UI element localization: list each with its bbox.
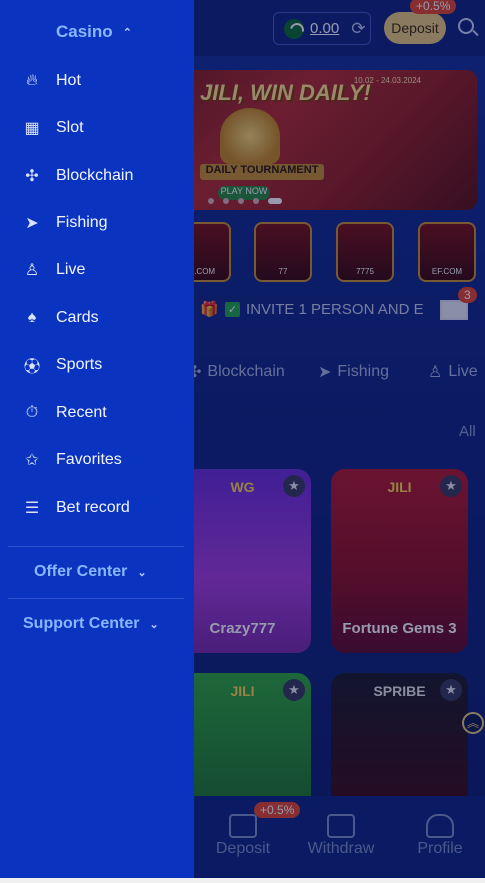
blockchain-icon: ✣	[25, 168, 39, 185]
divider	[8, 546, 184, 547]
support-center-label: Support Center	[23, 615, 140, 632]
fire-icon: 🔥︎	[26, 72, 38, 89]
menu-item-label: Bet record	[56, 499, 130, 516]
support-center-section[interactable]: Support Center ⌄	[23, 615, 159, 633]
chevron-down-icon: ⌄	[137, 566, 147, 579]
menu-item-live[interactable]: ♙ Live	[22, 254, 192, 286]
menu-item-label: Fishing	[56, 214, 108, 231]
menu-item-favorites[interactable]: ✩ Favorites	[22, 444, 192, 476]
cards-icon: ♠	[27, 309, 37, 326]
casino-section-title: Casino	[56, 22, 113, 41]
fish-icon: ➤	[25, 215, 39, 232]
app: 0.00 ⟳ Deposit +0.5% JILI, WIN DAILY! 10…	[0, 0, 485, 883]
offer-center-label: Offer Center	[34, 563, 128, 580]
stopwatch-icon: ⏱︎	[25, 404, 39, 421]
chevron-down-icon: ⌄	[149, 618, 159, 631]
divider	[8, 598, 184, 599]
menu-item-sports[interactable]: ⚽︎ Sports	[22, 349, 192, 381]
menu-item-recent[interactable]: ⏱︎ Recent	[22, 397, 192, 429]
menu-item-label: Blockchain	[56, 167, 134, 184]
menu-item-label: Favorites	[56, 451, 122, 468]
menu-item-cards[interactable]: ♠ Cards	[22, 302, 192, 334]
menu-item-label: Live	[56, 261, 86, 278]
live-dealer-icon: ♙	[24, 262, 40, 279]
menu-item-label: Cards	[56, 309, 99, 326]
menu-item-label: Sports	[56, 356, 103, 373]
bet-record-icon: ☰	[24, 500, 40, 517]
menu-item-fishing[interactable]: ➤ Fishing	[22, 207, 192, 239]
bottom-strip	[0, 878, 485, 883]
slot-icon: ▦	[24, 120, 40, 137]
menu-item-label: Recent	[56, 404, 107, 421]
menu-item-label: Slot	[56, 119, 84, 136]
menu-item-label: Hot	[56, 72, 81, 89]
soccer-ball-icon: ⚽︎	[23, 359, 40, 376]
casino-section-header[interactable]: Casino ⌃	[56, 22, 132, 42]
side-drawer: Casino ⌃ 🔥︎ Hot ▦ Slot ✣ Blockchain ➤ Fishin…	[0, 0, 194, 878]
menu-item-blockchain[interactable]: ✣ Blockchain	[22, 160, 192, 192]
star-bookmark-icon: ✩	[25, 452, 39, 469]
chevron-up-icon: ⌃	[122, 26, 132, 39]
menu-item-hot[interactable]: 🔥︎ Hot	[22, 65, 192, 97]
menu-item-slot[interactable]: ▦ Slot	[22, 112, 192, 144]
menu-item-bet-record[interactable]: ☰ Bet record	[22, 492, 192, 524]
offer-center-section[interactable]: Offer Center ⌄	[34, 563, 147, 581]
